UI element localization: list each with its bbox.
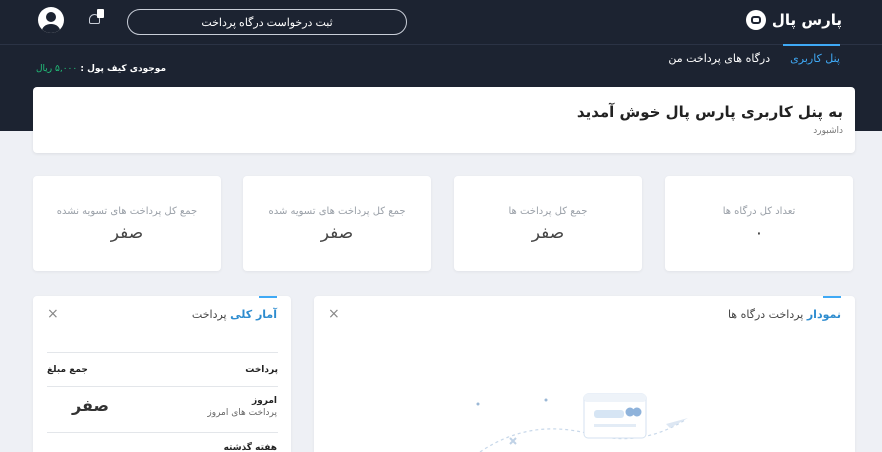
main-nav: پنل کاربری درگاه های پرداخت من <box>668 52 840 65</box>
panel-title-text: پرداخت <box>191 308 231 321</box>
table-top-divider <box>47 352 278 353</box>
table-divider <box>47 386 278 387</box>
stat-value: صفر <box>110 223 144 243</box>
notification-badge <box>97 9 104 18</box>
wallet-amount: ۵,۰۰۰ ریال <box>36 64 78 74</box>
request-gateway-button[interactable]: ثبت درخواست درگاه پرداخت <box>127 9 407 35</box>
stat-label: جمع کل پرداخت های تسویه نشده <box>56 206 198 217</box>
panel-title-highlight: آمار کلی <box>230 308 277 321</box>
close-icon[interactable]: × <box>328 306 340 322</box>
panel-accent <box>259 296 277 298</box>
panel-accent <box>823 296 841 298</box>
brand-logo-icon <box>745 10 766 30</box>
stat-value: صفر <box>531 223 565 243</box>
welcome-card: به پنل کاربری پارس پال خوش آمدید داشبورد <box>33 87 855 153</box>
panel-title-text: پرداخت درگاه ها <box>727 308 807 321</box>
user-avatar-icon[interactable] <box>38 7 64 33</box>
wallet-label: موجودی کیف پول : <box>80 64 167 74</box>
column-header-payment: پرداخت <box>245 365 278 375</box>
stat-label: تعداد کل درگاه ها <box>722 206 796 217</box>
brand-label: پارس پال <box>771 11 842 29</box>
panel-title: نمودار پرداخت درگاه ها <box>728 308 841 321</box>
welcome-title: به پنل کاربری پارس پال خوش آمدید <box>576 103 843 121</box>
close-icon[interactable]: × <box>47 306 59 322</box>
panel-title-highlight: نمودار <box>806 308 841 321</box>
stat-label: جمع کل پرداخت های تسویه شده <box>268 206 406 217</box>
wallet-balance: موجودی کیف پول : ۵,۰۰۰ ریال <box>36 64 166 74</box>
row-title-last-week: هفته گذشته <box>223 443 277 452</box>
header-divider <box>0 44 882 45</box>
panel-title: آمار کلی پرداخت <box>192 308 277 321</box>
nav-active-indicator <box>783 44 840 46</box>
column-header-sum: جمع مبلغ <box>47 365 88 375</box>
table-divider <box>47 432 278 433</box>
stat-card-total-payments: جمع کل پرداخت ها صفر <box>454 176 642 271</box>
stat-label: جمع کل پرداخت ها <box>508 206 588 217</box>
stat-card-settled-payments: جمع کل پرداخت های تسویه شده صفر <box>243 176 431 271</box>
breadcrumb: داشبورد <box>813 126 843 136</box>
row-title-today: امروز <box>251 396 277 406</box>
stat-card-gateway-count: تعداد کل درگاه ها ۰ <box>665 176 853 271</box>
nav-my-gateways[interactable]: درگاه های پرداخت من <box>668 52 770 65</box>
notification-bell-icon[interactable] <box>88 9 104 27</box>
stat-value: ۰ <box>754 223 764 243</box>
row-value-today: صفر <box>72 396 109 415</box>
table-header: پرداخت جمع مبلغ <box>47 365 278 375</box>
stat-card-unsettled-payments: جمع کل پرداخت های تسویه نشده صفر <box>33 176 221 271</box>
stat-value: صفر <box>320 223 354 243</box>
nav-user-panel[interactable]: پنل کاربری <box>790 52 840 65</box>
brand[interactable]: پارس پال <box>745 8 842 32</box>
row-subtitle-today: پرداخت های امروز <box>207 408 277 418</box>
empty-chart-illustration-icon <box>476 393 688 452</box>
